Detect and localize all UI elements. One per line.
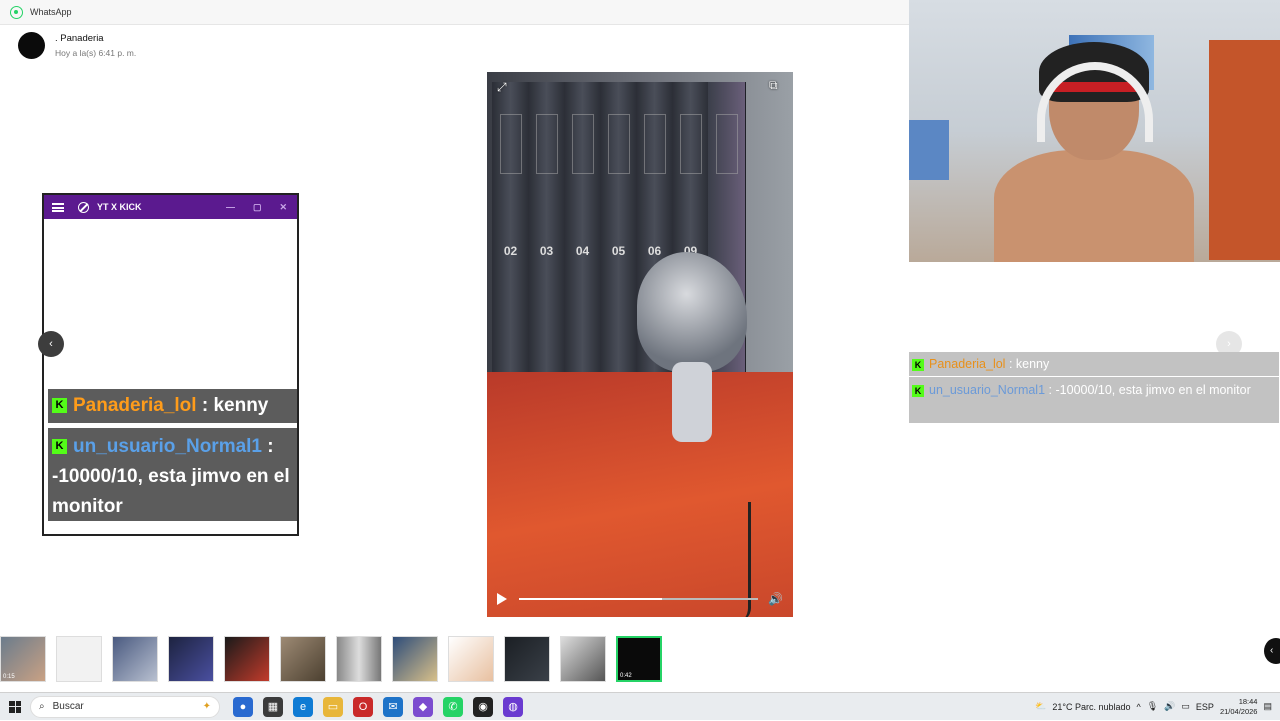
media-thumbnail[interactable] (504, 636, 550, 682)
stream-chat-message: Kun_usuario_Normal1 : -10000/10, esta ji… (909, 377, 1279, 423)
chat-message: Kun_usuario_Normal1 : -10000/10, esta ji… (48, 428, 297, 521)
media-thumbnail[interactable] (56, 636, 102, 682)
volume-icon[interactable]: 🔊 (768, 592, 783, 606)
media-thumbnail[interactable] (112, 636, 158, 682)
video-controls: 🔊 (487, 581, 793, 617)
chat-username: Panaderia_lol (929, 357, 1006, 371)
kick-icon: K (912, 358, 924, 371)
app-title: WhatsApp (30, 7, 72, 17)
open-external-icon[interactable]: ⧉ (769, 78, 778, 93)
expand-icon[interactable]: ⤢ (497, 80, 507, 95)
contact-timestamp: Hoy a la(s) 6:41 p. m. (55, 48, 137, 58)
media-thumbnail[interactable] (392, 636, 438, 682)
search-placeholder: Buscar (52, 701, 84, 712)
microphone-icon[interactable]: 🎙 (1147, 701, 1158, 712)
network-icon[interactable]: ▭ (1181, 701, 1190, 712)
taskbar-search[interactable]: ⌕ Buscar ✦ (30, 695, 220, 718)
twitch-icon[interactable]: ◍ (503, 696, 523, 717)
media-thumbnail[interactable] (560, 636, 606, 682)
play-icon[interactable] (497, 593, 507, 605)
clock[interactable]: 18:44 21/04/2026 (1220, 697, 1258, 717)
menu-icon[interactable] (52, 202, 64, 212)
store-icon[interactable]: ▦ (263, 696, 283, 717)
kick-window-title: YT X KICK (97, 202, 142, 212)
contact-name: . Panaderia (55, 33, 104, 44)
minimize-icon[interactable]: — (226, 202, 235, 213)
obs-icon[interactable]: ◉ (473, 696, 493, 717)
weather-icon: ⛅ (1035, 701, 1047, 711)
opera-icon[interactable]: O (353, 696, 373, 717)
media-thumbnail[interactable] (280, 636, 326, 682)
chat-username: Panaderia_lol (73, 395, 197, 416)
language-indicator[interactable]: ESP (1196, 702, 1214, 712)
maximize-icon[interactable]: ▢ (253, 202, 262, 213)
whatsapp-title-bar: WhatsApp (0, 0, 909, 25)
media-thumbnail[interactable] (336, 636, 382, 682)
clock-date: 21/04/2026 (1219, 706, 1258, 716)
kick-icon: K (52, 439, 67, 455)
person-torso (994, 150, 1194, 262)
start-button[interactable] (0, 693, 30, 721)
media-thumbnail[interactable] (224, 636, 270, 682)
progress-fill (519, 598, 663, 600)
chat-text: kenny (213, 395, 269, 416)
windows-taskbar: ⌕ Buscar ✦ ● ▦ e ▭ O ✉ ◆ ✆ ◉ ◍ ⛅ 21°C Pa… (0, 692, 1280, 720)
chrome-icon[interactable]: ● (233, 696, 253, 717)
wall-poster (909, 120, 949, 180)
chat-text: -10000/10, esta jimvo en el monitor (52, 466, 290, 517)
contact-header[interactable]: . Panaderia Hoy a la(s) 6:41 p. m. (18, 32, 136, 59)
chat-username: un_usuario_Normal1 (929, 383, 1046, 397)
kick-chat-window[interactable]: YT X KICK — ▢ ✕ K Panaderia_lol : kenny K… (42, 193, 299, 536)
chat-text: kenny (1015, 357, 1050, 371)
media-viewer[interactable]: 02 03 04 05 06 09 ⤢ ⧉ 🔊 (487, 72, 793, 617)
blocked-icon (78, 201, 89, 213)
folder-icon[interactable]: ▭ (323, 696, 343, 717)
weather-text[interactable]: 21°C Parc. nublado (1052, 702, 1130, 712)
figure-body (672, 362, 712, 442)
manga-volume: 03 (528, 82, 566, 402)
sparkle-icon: ✦ (202, 701, 211, 712)
speaker-icon[interactable]: 🔊 (1164, 701, 1175, 712)
whatsapp-taskbar-icon[interactable]: ✆ (443, 696, 463, 717)
progress-bar[interactable] (519, 598, 759, 600)
mail-icon[interactable]: ✉ (383, 696, 403, 717)
close-icon[interactable]: ✕ (279, 202, 287, 213)
system-tray: ⛅ 21°C Parc. nublado ^ 🎙 🔊 ▭ ESP 18:44 2… (1035, 697, 1280, 717)
clock-time: 18:44 (1238, 696, 1258, 706)
chevron-up-icon[interactable]: ^ (1137, 702, 1141, 712)
media-thumbnail[interactable]: 0:15 (0, 636, 46, 682)
kick-icon: K (52, 398, 67, 414)
chat-username: un_usuario_Normal1 (73, 436, 262, 457)
manga-volume: 02 (492, 82, 530, 402)
media-thumbnail[interactable] (168, 636, 214, 682)
avatar[interactable] (18, 32, 45, 59)
whatsapp-icon (10, 5, 23, 19)
search-icon: ⌕ (39, 701, 45, 712)
copilot-icon[interactable]: ◆ (413, 696, 433, 717)
stream-chat-message: K Panaderia_lol : kenny (909, 352, 1279, 376)
webcam-overlay (909, 0, 1280, 262)
kick-window-titlebar[interactable]: YT X KICK — ▢ ✕ (44, 195, 297, 219)
manga-volume: 05 (600, 82, 638, 402)
media-thumbnail-strip: 0:15 0:42 (0, 636, 1280, 684)
chat-message: K Panaderia_lol : kenny (48, 389, 297, 423)
edge-icon[interactable]: e (293, 696, 313, 717)
windows-icon (9, 700, 21, 713)
kick-icon: K (912, 384, 924, 397)
notifications-icon[interactable]: ▤ (1263, 701, 1272, 712)
orange-shelf (1209, 40, 1280, 260)
media-thumbnail[interactable] (448, 636, 494, 682)
previous-media-button[interactable]: ‹ (38, 331, 64, 357)
manga-volume: 04 (564, 82, 602, 402)
chat-text: -10000/10, esta jimvo en el monitor (1055, 383, 1251, 397)
media-thumbnail-selected[interactable]: 0:42 (616, 636, 662, 682)
